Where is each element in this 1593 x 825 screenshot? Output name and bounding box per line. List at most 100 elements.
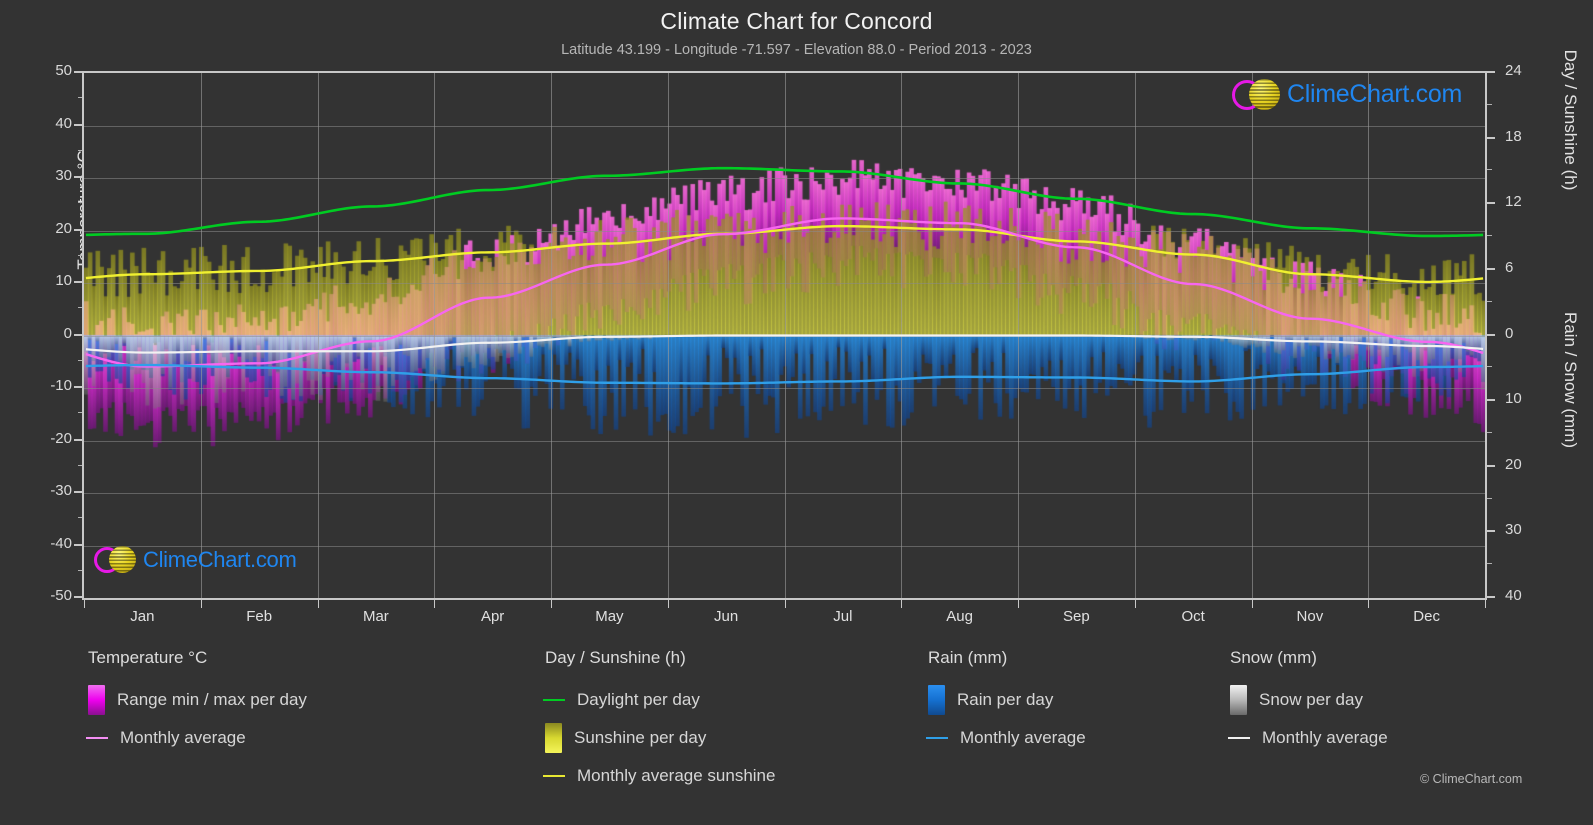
x-tick: [1252, 600, 1253, 608]
x-axis-label-jan: Jan: [130, 608, 155, 625]
y-tick-minor-right-upper: [1487, 103, 1492, 105]
y-tick-label-left: -40: [50, 534, 72, 552]
legend-color-swatch: [1230, 685, 1247, 715]
legend-column-rain-mm-: Rain (mm) Rain per day Monthly average: [926, 648, 1086, 757]
x-tick: [201, 600, 202, 608]
x-tick: [551, 600, 552, 608]
legend-column-temperature-c: Temperature °C Range min / max per day Mon…: [86, 648, 307, 757]
y-tick-minor-right-lower: [1487, 431, 1492, 433]
x-axis-label-apr: Apr: [480, 608, 505, 625]
y-tick-left: [74, 543, 82, 546]
legend-item[interactable]: Rain per day: [928, 681, 1086, 719]
legend-item[interactable]: Monthly average: [926, 719, 1086, 757]
y-tick-left: [74, 71, 82, 73]
y-tick-label-left: 40: [55, 114, 72, 132]
x-axis-label-nov: Nov: [1296, 608, 1324, 625]
chart-legend: Temperature °C Range min / max per day Mon…: [0, 648, 1593, 808]
watermark-logo-bottom: ClimeChart.com: [94, 546, 297, 573]
y-tick-minor-right-lower: [1487, 563, 1492, 565]
y-tick-label-right-lower: 40: [1505, 587, 1522, 604]
x-tick: [1135, 600, 1136, 608]
legend-color-swatch: [545, 723, 562, 753]
x-tick: [1368, 600, 1369, 608]
x-tick: [901, 600, 902, 608]
x-tick: [84, 600, 85, 608]
legend-column-title: Rain (mm): [928, 648, 1008, 667]
y-tick-left: [74, 386, 82, 388]
legend-color-swatch: [88, 685, 105, 715]
legend-item-label: Rain per day: [957, 690, 1054, 709]
legend-line-marker: [543, 775, 565, 777]
legend-column-day-sunshine-h-: Day / Sunshine (h) Daylight per day Sunshi…: [543, 648, 775, 795]
y-tick-label-right-upper: 18: [1505, 127, 1522, 145]
y-tick-right-upper: [1487, 333, 1495, 336]
watermark-logo-top: ClimeChart.com: [1232, 79, 1462, 110]
y-tick-label-right-upper: 24: [1505, 62, 1522, 79]
legend-item-label: Monthly average: [1262, 728, 1388, 747]
series-line-monthly-average-rain: [85, 363, 1484, 385]
y-tick-right-upper: [1487, 267, 1495, 270]
y-tick-left: [74, 491, 82, 493]
legend-item[interactable]: Snow per day: [1230, 681, 1388, 719]
y-axis-right-lower-title: Rain / Snow (mm): [1561, 311, 1580, 449]
y-tick-label-left: 30: [55, 167, 72, 184]
y-tick-minor-right-upper: [1487, 300, 1492, 302]
y-tick-left: [74, 123, 82, 126]
legend-item[interactable]: Monthly average: [86, 719, 307, 757]
x-axis-label-sep: Sep: [1063, 608, 1090, 625]
y-tick-left: [74, 176, 82, 178]
y-tick-minor-right-upper: [1487, 235, 1492, 237]
climechart-sphere-icon: [109, 546, 136, 573]
y-tick-label-left: 20: [55, 219, 72, 237]
watermark-text: ClimeChart.com: [1287, 80, 1462, 108]
climechart-sphere-icon: [1249, 79, 1280, 110]
y-tick-label-right-upper: 0: [1505, 324, 1514, 342]
y-tick-label-right-lower: 30: [1505, 521, 1522, 539]
series-line-monthly-average-temperature: [85, 217, 1484, 368]
x-axis-label-may: May: [595, 608, 624, 625]
y-tick-label-left: 50: [55, 62, 72, 79]
legend-column-snow-mm-: Snow (mm) Snow per day Monthly average: [1228, 648, 1388, 757]
y-tick-right-lower: [1487, 530, 1495, 533]
legend-line-marker: [926, 737, 948, 739]
y-tick-minor-right-lower: [1487, 366, 1492, 368]
copyright-text: © ClimeChart.com: [1420, 772, 1523, 786]
legend-item-label: Daylight per day: [577, 690, 700, 709]
y-tick-label-left: -20: [50, 429, 72, 447]
y-tick-right-upper: [1487, 136, 1495, 139]
legend-item-label: Monthly average: [960, 728, 1086, 747]
legend-item[interactable]: Daylight per day: [543, 681, 775, 719]
legend-item-label: Snow per day: [1259, 690, 1363, 709]
y-tick-label-left: -10: [50, 377, 72, 394]
legend-line-marker: [86, 737, 108, 739]
x-axis-label-jul: Jul: [833, 608, 853, 625]
y-tick-left: [74, 281, 82, 283]
y-tick-left: [74, 228, 82, 231]
legend-item[interactable]: Monthly average sunshine: [543, 757, 775, 795]
y-tick-minor-right-lower: [1487, 497, 1492, 499]
y-axis-right-upper-title: Day / Sunshine (h): [1561, 49, 1580, 191]
legend-line-marker: [543, 699, 565, 701]
x-axis-label-dec: Dec: [1413, 608, 1440, 625]
legend-item-label: Range min / max per day: [117, 690, 307, 709]
y-tick-label-right-upper: 12: [1505, 193, 1522, 211]
legend-item-label: Monthly average: [120, 728, 246, 747]
legend-item[interactable]: Monthly average: [1228, 719, 1388, 757]
y-tick-left: [74, 333, 82, 336]
x-tick: [785, 600, 786, 608]
y-tick-label-left: 0: [63, 324, 72, 342]
y-tick-right-upper: [1487, 71, 1495, 73]
y-tick-right-lower: [1487, 596, 1495, 598]
x-tick: [434, 600, 435, 608]
legend-item[interactable]: Sunshine per day: [545, 719, 775, 757]
y-tick-label-left: 10: [55, 272, 72, 289]
y-tick-right-upper: [1487, 202, 1495, 205]
x-tick: [1018, 600, 1019, 608]
page-title: Climate Chart for Concord: [660, 8, 933, 34]
legend-column-title: Day / Sunshine (h): [545, 648, 686, 667]
legend-item[interactable]: Range min / max per day: [88, 681, 307, 719]
series-line-monthly-average-sunshine: [85, 224, 1484, 284]
y-tick-label-left: -50: [50, 587, 72, 604]
x-axis-label-feb: Feb: [246, 608, 273, 625]
y-tick-right-lower: [1487, 464, 1495, 467]
